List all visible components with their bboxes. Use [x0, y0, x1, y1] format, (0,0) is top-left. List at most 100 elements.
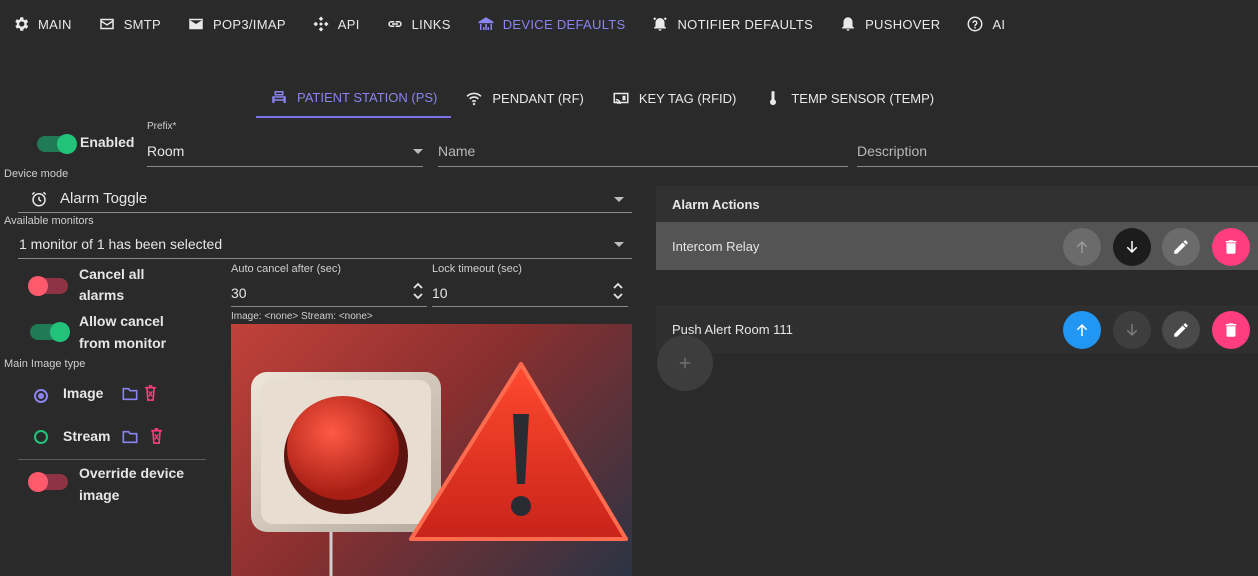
- stream-option-label: Stream: [63, 428, 111, 444]
- stream-radio[interactable]: [34, 430, 48, 444]
- description-input[interactable]: Description: [857, 143, 927, 159]
- available-monitors-select[interactable]: 1 monitor of 1 has been selected: [19, 236, 222, 252]
- device-defaults-icon: [478, 17, 494, 30]
- image-option-label: Image: [63, 385, 104, 401]
- alarm-action-name: Intercom Relay: [672, 239, 760, 254]
- prefix-label: Prefix*: [147, 121, 177, 132]
- nav-label: POP3/IMAP: [213, 16, 286, 32]
- pencil-icon: [1174, 323, 1188, 337]
- folder-icon[interactable]: [122, 387, 138, 401]
- lock-timeout-underline: [432, 306, 628, 307]
- device-mode-select[interactable]: Alarm Toggle: [60, 190, 147, 207]
- tab-pendant[interactable]: PENDANT (RF): [451, 78, 597, 118]
- arrow-down-icon: [1126, 324, 1138, 336]
- nav-main[interactable]: MAIN: [12, 15, 72, 33]
- device-mode-label: Device mode: [4, 168, 69, 180]
- nav-smtp[interactable]: SMTP: [98, 15, 161, 33]
- bell-icon: [842, 17, 855, 31]
- label-line: image: [79, 487, 120, 503]
- lock-timeout-label: Lock timeout (sec): [432, 263, 522, 275]
- nav-label: DEVICE DEFAULTS: [502, 16, 626, 32]
- nav-label: PUSHOVER: [865, 16, 941, 32]
- prefix-select[interactable]: Room: [147, 143, 184, 159]
- label-line: Override device: [79, 465, 185, 481]
- auto-cancel-input[interactable]: 30: [231, 285, 247, 301]
- nav-links[interactable]: LINKS: [386, 15, 451, 33]
- description-underline: [857, 166, 1258, 167]
- available-monitors-label: Available monitors: [4, 215, 94, 227]
- tab-patient-station[interactable]: PATIENT STATION (PS): [256, 78, 452, 118]
- nav-api[interactable]: API: [312, 15, 360, 33]
- arrow-down-icon: [1126, 241, 1138, 253]
- number-stepper-icon[interactable]: [412, 280, 424, 302]
- cancel-all-alarms-label: Cancel all alarms: [79, 264, 144, 306]
- device-mode-underline: [18, 212, 632, 213]
- chevron-down-icon: [413, 149, 423, 154]
- tab-label: KEY TAG (RFID): [638, 90, 737, 106]
- tab-key-tag[interactable]: KEY TAG (RFID): [598, 78, 751, 118]
- available-monitors-underline: [18, 258, 632, 259]
- toggle-knob: [57, 134, 77, 154]
- number-stepper-icon[interactable]: [612, 280, 624, 302]
- name-underline: [438, 166, 848, 167]
- image-stream-info: Image: <none> Stream: <none>: [231, 311, 373, 322]
- trash-icon: [1225, 240, 1237, 254]
- delete-button[interactable]: [1212, 311, 1250, 349]
- cancel-all-alarms-toggle[interactable]: [28, 276, 68, 296]
- alarm-clock-icon: [31, 191, 47, 207]
- prefix-underline: [147, 166, 423, 167]
- move-down-button[interactable]: [1113, 311, 1151, 349]
- label-line: from monitor: [79, 335, 167, 351]
- help-circle-icon: [967, 16, 983, 32]
- delete-button[interactable]: [1212, 228, 1250, 266]
- nav-label: MAIN: [38, 16, 72, 32]
- move-up-button[interactable]: [1063, 228, 1101, 266]
- auto-cancel-label: Auto cancel after (sec): [231, 263, 342, 275]
- label-line: Cancel all: [79, 266, 145, 282]
- enabled-toggle[interactable]: [37, 134, 77, 154]
- allow-cancel-label: Allow cancel from monitor: [79, 310, 166, 354]
- nav-label: SMTP: [123, 16, 162, 32]
- auto-cancel-underline: [231, 306, 427, 307]
- nav-ai[interactable]: AI: [966, 15, 1005, 33]
- edit-button[interactable]: [1162, 228, 1200, 266]
- device-image-preview: [231, 324, 632, 576]
- label-line: Allow cancel: [79, 313, 164, 329]
- label-line: alarms: [79, 287, 125, 303]
- folder-icon[interactable]: [122, 430, 138, 444]
- allow-cancel-toggle[interactable]: [30, 322, 70, 342]
- tab-temp-sensor[interactable]: TEMP SENSOR (TEMP): [750, 78, 948, 118]
- name-input[interactable]: Name: [438, 143, 475, 159]
- chevron-down-icon: [614, 197, 624, 202]
- image-radio[interactable]: [34, 389, 48, 403]
- device-type-tabs: PATIENT STATION (PS) PENDANT (RF) KEY TA…: [256, 78, 948, 118]
- pencil-icon: [1174, 240, 1188, 254]
- nav-pop3-imap[interactable]: POP3/IMAP: [187, 15, 286, 33]
- move-up-button[interactable]: [1063, 311, 1101, 349]
- chevron-down-icon: [614, 242, 624, 247]
- radio-dot: [38, 393, 44, 399]
- arrow-up-icon: [1076, 241, 1088, 253]
- envelope-outline-icon: [99, 18, 114, 30]
- override-device-image-toggle[interactable]: [28, 472, 68, 492]
- gear-icon: [15, 17, 29, 31]
- api-icon: [313, 16, 329, 32]
- move-down-button[interactable]: [1113, 228, 1151, 266]
- delete-stream-icon[interactable]: [150, 428, 163, 444]
- alarm-actions-header: Alarm Actions: [656, 186, 1258, 222]
- toggle-knob: [28, 472, 48, 492]
- tab-label: TEMP SENSOR (TEMP): [791, 90, 935, 106]
- lock-timeout-input[interactable]: 10: [432, 285, 448, 301]
- link-icon: [387, 21, 402, 27]
- nav-notifier-defaults[interactable]: NOTIFIER DEFAULTS: [651, 15, 813, 33]
- edit-button[interactable]: [1162, 311, 1200, 349]
- patient-station-icon: [272, 91, 286, 103]
- nav-device-defaults[interactable]: DEVICE DEFAULTS: [477, 15, 626, 33]
- trash-icon: [1225, 323, 1237, 337]
- add-alarm-action-button[interactable]: [657, 335, 713, 391]
- nav-label: NOTIFIER DEFAULTS: [677, 16, 814, 32]
- thermometer-icon: [770, 91, 777, 106]
- nav-pushover[interactable]: PUSHOVER: [839, 15, 940, 33]
- arrow-up-icon: [1076, 324, 1088, 336]
- delete-image-icon[interactable]: [144, 385, 157, 401]
